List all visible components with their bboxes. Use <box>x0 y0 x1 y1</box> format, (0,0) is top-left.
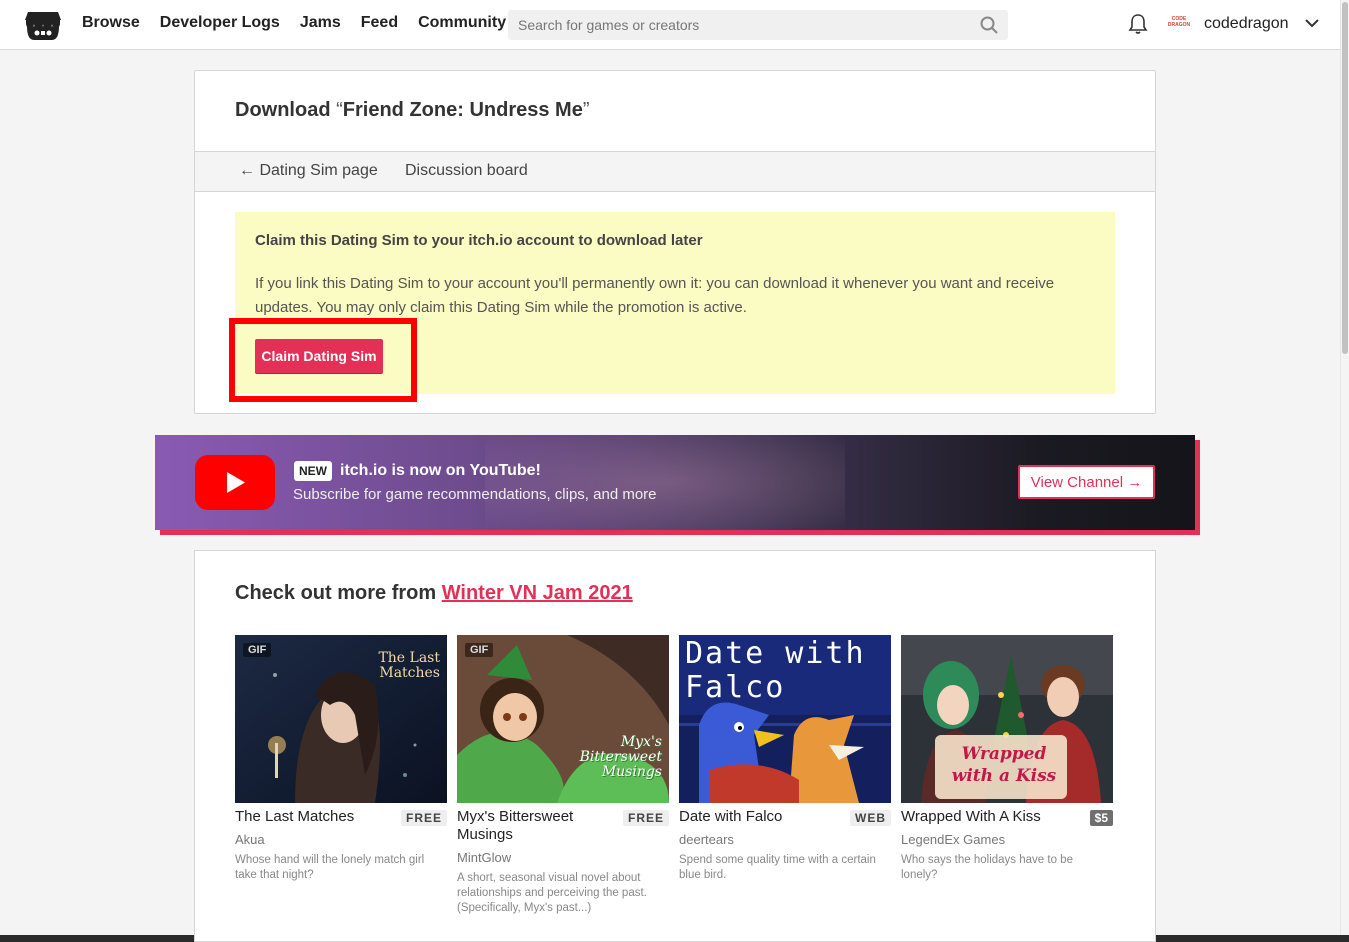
user-avatar[interactable]: CODE DRAGON <box>1166 13 1192 35</box>
view-channel-button[interactable]: View Channel → <box>1018 465 1155 499</box>
game-thumbnail[interactable]: Wrapped with a Kiss <box>901 635 1113 803</box>
cover-text: Wrapped with a Kiss <box>951 744 1057 786</box>
claim-heading: Claim this Dating Sim to your itch.io ac… <box>255 232 703 249</box>
price-badge: FREE <box>622 810 669 826</box>
game-title[interactable]: Myx's Bittersweet Musings <box>457 808 622 844</box>
gif-badge: GIF <box>243 643 272 657</box>
main-nav: Browse Developer Logs Jams Feed Communit… <box>82 14 506 32</box>
banner-title: itch.io is now on YouTube! <box>340 462 541 479</box>
game-author[interactable]: MintGlow <box>457 850 511 865</box>
highlight-box <box>229 318 417 402</box>
game-description: A short, seasonal visual novel about rel… <box>457 872 647 914</box>
search-input[interactable] <box>508 10 968 40</box>
game-description: Whose hand will the lonely match girl ta… <box>235 854 425 881</box>
more-title: Check out more from Winter VN Jam 2021 <box>235 582 633 605</box>
close-quote: ” <box>582 99 590 121</box>
page-scrollbar[interactable] <box>1340 0 1349 942</box>
youtube-banner[interactable]: NEW itch.io is now on YouTube! Subscribe… <box>155 435 1195 530</box>
tab-dating-sim-page[interactable]: ← Dating Sim page <box>239 162 378 180</box>
username-label[interactable]: codedragon <box>1204 15 1289 33</box>
game-author[interactable]: LegendEx Games <box>901 832 1005 847</box>
itchio-logo-icon[interactable] <box>24 8 62 42</box>
nav-developer-logs[interactable]: Developer Logs <box>160 14 280 32</box>
game-author[interactable]: Akua <box>235 832 265 847</box>
youtube-logo-icon <box>195 455 275 510</box>
game-name: Friend Zone: Undress Me <box>342 99 583 121</box>
nav-jams[interactable]: Jams <box>300 14 341 32</box>
nav-feed[interactable]: Feed <box>361 14 398 32</box>
top-header: Browse Developer Logs Jams Feed Communit… <box>0 0 1340 50</box>
game-title[interactable]: Wrapped With A Kiss <box>901 808 1066 826</box>
game-title[interactable]: The Last Matches <box>235 808 400 826</box>
nav-browse[interactable]: Browse <box>82 14 140 32</box>
game-thumbnail[interactable]: GIF The Last Matches <box>235 635 447 803</box>
price-badge: WEB <box>850 810 891 826</box>
game-tabs: ← Dating Sim page Discussion board <box>195 151 1155 192</box>
new-badge: NEW <box>294 461 332 481</box>
gif-badge: GIF <box>465 643 494 657</box>
tab-discussion-board[interactable]: Discussion board <box>405 162 528 180</box>
claim-text: If you link this Dating Sim to your acco… <box>255 275 1055 316</box>
banner-subtitle: Subscribe for game recommendations, clip… <box>293 486 657 503</box>
cover-text: The Last Matches <box>378 650 440 681</box>
price-badge: FREE <box>400 810 447 826</box>
game-thumbnail[interactable]: Date with Falco <box>679 635 891 803</box>
jam-link[interactable]: Winter VN Jam 2021 <box>442 582 633 604</box>
page-title: Download “Friend Zone: Undress Me” <box>235 99 589 122</box>
chevron-down-icon[interactable] <box>1304 17 1320 29</box>
title-prefix: Download <box>235 99 331 121</box>
banner-background <box>485 435 845 530</box>
game-author[interactable]: deertears <box>679 832 734 847</box>
notifications-bell-icon[interactable] <box>1128 13 1148 35</box>
game-thumbnail[interactable]: GIF Myx's Bittersweet Musings <box>457 635 669 803</box>
price-badge: $5 <box>1089 810 1113 826</box>
scrollbar-thumb[interactable] <box>1342 2 1348 354</box>
open-quote: “ <box>336 99 343 121</box>
game-description: Who says the holidays have to be lonely? <box>901 854 1073 881</box>
game-title[interactable]: Date with Falco <box>679 808 844 826</box>
search-icon[interactable] <box>980 16 998 34</box>
more-from-jam-card: Check out more from Winter VN Jam 2021 G… <box>194 550 1156 942</box>
search-box <box>508 10 1008 40</box>
cover-text: Myx's Bittersweet Musings <box>579 734 662 780</box>
nav-community[interactable]: Community <box>418 14 506 32</box>
game-description: Spend some quality time with a certain b… <box>679 854 876 881</box>
more-title-prefix: Check out more from <box>235 582 442 604</box>
cover-text: Date with Falco <box>685 636 866 705</box>
